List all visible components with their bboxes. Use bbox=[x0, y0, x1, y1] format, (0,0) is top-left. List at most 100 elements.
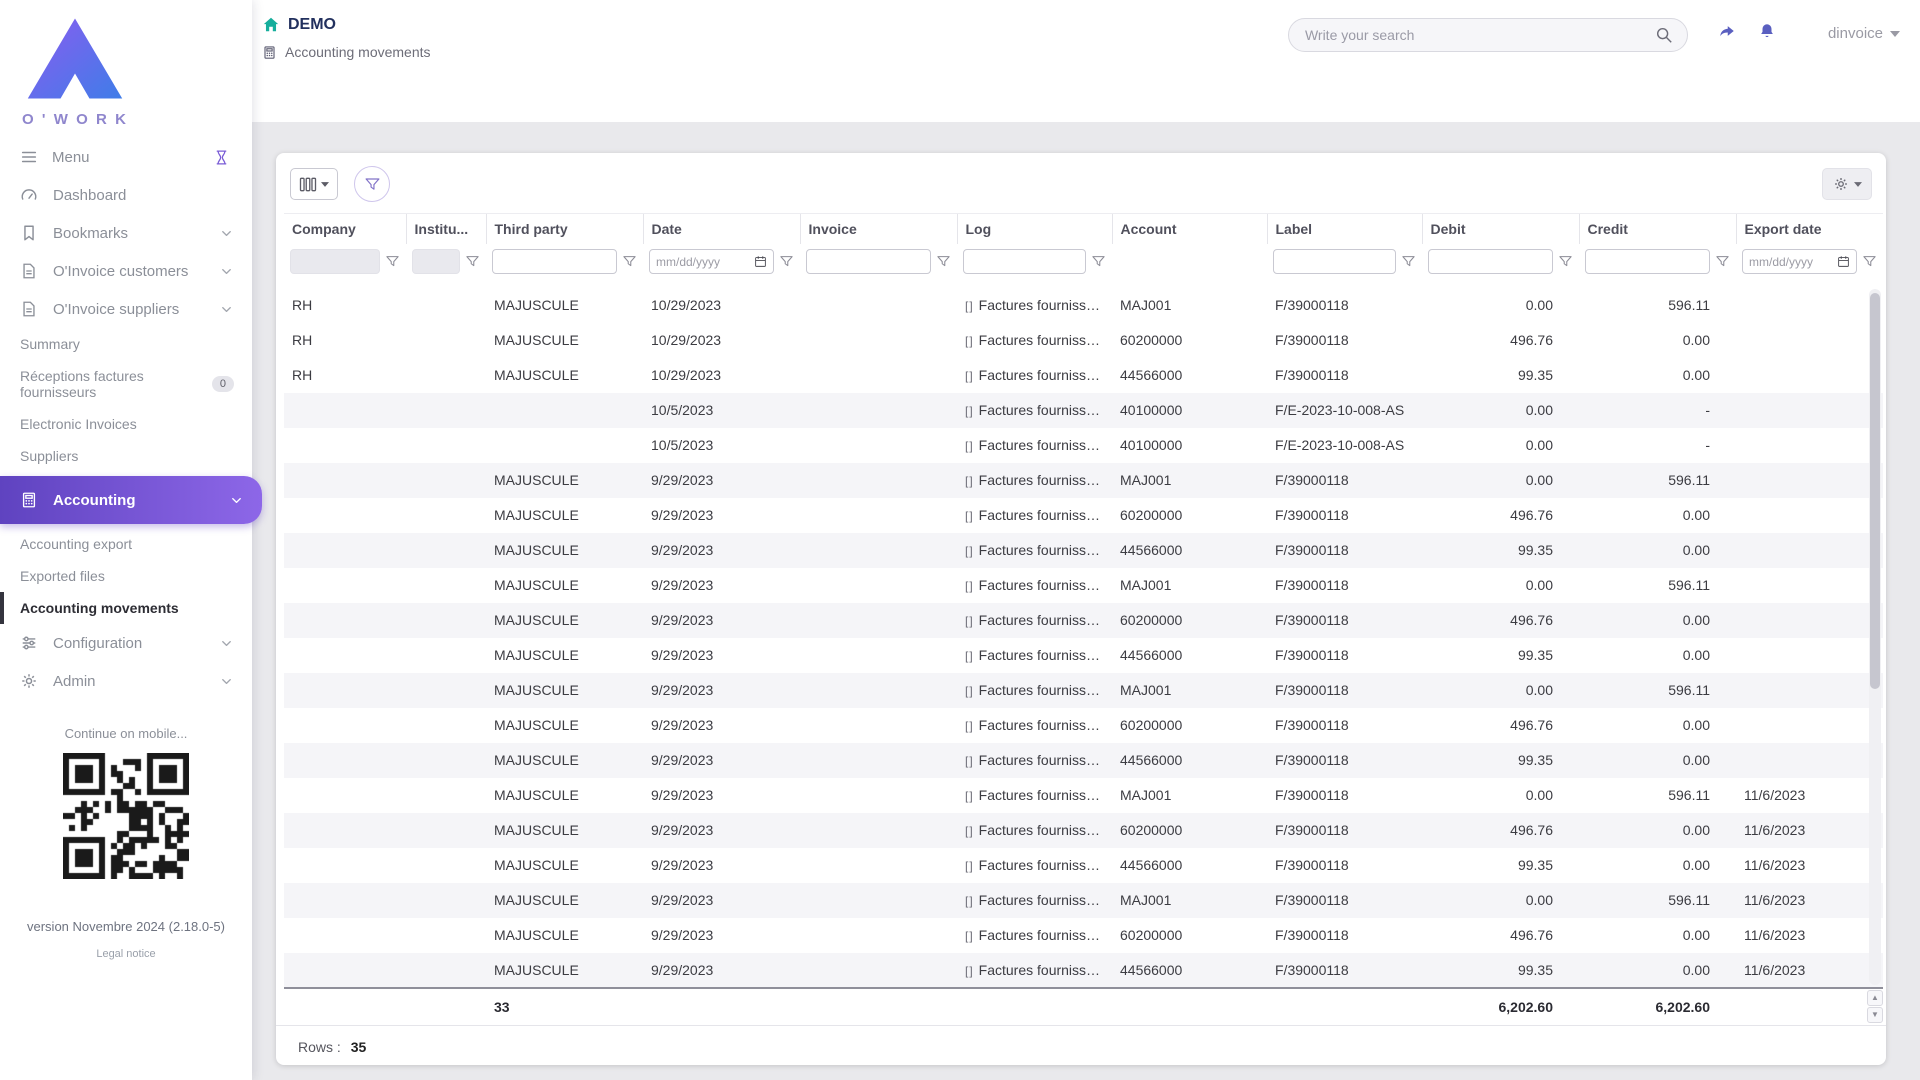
table-row[interactable]: MAJUSCULE9/29/2023[]Factures fournisseur… bbox=[284, 743, 1883, 778]
sidebar-item-configuration[interactable]: Configuration bbox=[0, 624, 252, 662]
filter-funnel-icon[interactable] bbox=[1558, 254, 1573, 269]
user-menu[interactable]: dinvoice bbox=[1828, 25, 1900, 42]
cell-credit: 0.00 bbox=[1579, 323, 1736, 358]
filter-input-third_party[interactable] bbox=[492, 249, 617, 274]
filter-input-log[interactable] bbox=[963, 249, 1086, 274]
cell-export_date: 11/6/2023 bbox=[1736, 848, 1883, 883]
filter-funnel-icon[interactable] bbox=[622, 254, 637, 269]
table-row[interactable]: RHMAJUSCULE10/29/2023[]Factures fourniss… bbox=[284, 323, 1883, 358]
column-header-account[interactable]: Account bbox=[1112, 214, 1267, 244]
table-row[interactable]: MAJUSCULE9/29/2023[]Factures fournisseur… bbox=[284, 463, 1883, 498]
sliders-icon bbox=[20, 634, 38, 652]
log-type-icon: [] bbox=[965, 334, 974, 348]
sidebar-item-bookmarks[interactable]: Bookmarks bbox=[0, 214, 252, 252]
filter-funnel-icon[interactable] bbox=[1715, 254, 1730, 269]
sidebar-item-accounting[interactable]: Accounting bbox=[0, 476, 262, 524]
log-type-icon: [] bbox=[965, 369, 974, 383]
sidebar-subitem-suppliers[interactable]: Suppliers bbox=[0, 440, 252, 472]
column-header-credit[interactable]: Credit bbox=[1579, 214, 1736, 244]
sidebar-subitem-accounting-movements[interactable]: Accounting movements bbox=[0, 592, 252, 624]
table-row[interactable]: 10/5/2023[]Factures fournisseurs40100000… bbox=[284, 428, 1883, 463]
sidebar-item-label: Bookmarks bbox=[53, 225, 204, 242]
table-row[interactable]: MAJUSCULE9/29/2023[]Factures fournisseur… bbox=[284, 848, 1883, 883]
column-header-institution[interactable]: Institu... bbox=[406, 214, 486, 244]
columns-button[interactable] bbox=[290, 168, 338, 200]
search-bar[interactable] bbox=[1288, 18, 1688, 52]
search-icon[interactable] bbox=[1655, 26, 1673, 44]
cell-third_party: MAJUSCULE bbox=[486, 533, 643, 568]
filter-input-debit[interactable] bbox=[1428, 249, 1553, 274]
hamburger-icon[interactable] bbox=[20, 148, 38, 166]
table-row[interactable]: MAJUSCULE9/29/2023[]Factures fournisseur… bbox=[284, 708, 1883, 743]
sidebar-item-admin[interactable]: Admin bbox=[0, 662, 252, 700]
vertical-scrollbar[interactable] bbox=[1869, 289, 1881, 985]
table-row[interactable]: 10/5/2023[]Factures fournisseurs40100000… bbox=[284, 393, 1883, 428]
sidebar-subitem-exported-files[interactable]: Exported files bbox=[0, 560, 252, 592]
filter-funnel-icon[interactable] bbox=[465, 254, 480, 269]
column-header-date[interactable]: Date bbox=[643, 214, 800, 244]
filter-funnel-icon[interactable] bbox=[385, 254, 400, 269]
sidebar-item-dashboard[interactable]: Dashboard bbox=[0, 176, 252, 214]
pin-menu-icon[interactable] bbox=[213, 149, 230, 166]
date-placeholder: mm/dd/yyyy bbox=[1749, 255, 1813, 269]
cell-institution bbox=[406, 673, 486, 708]
share-icon[interactable] bbox=[1718, 22, 1736, 40]
cell-label: F/39000118 bbox=[1267, 673, 1422, 708]
column-header-export_date[interactable]: Export date bbox=[1736, 214, 1883, 244]
notifications-bell-icon[interactable] bbox=[1758, 22, 1776, 40]
cell-date: 10/29/2023 bbox=[643, 288, 800, 323]
column-header-company[interactable]: Company bbox=[284, 214, 406, 244]
sidebar-item-o-invoice-customers[interactable]: O'Invoice customers bbox=[0, 252, 252, 290]
filter-input-invoice[interactable] bbox=[806, 249, 931, 274]
table-row[interactable]: MAJUSCULE9/29/2023[]Factures fournisseur… bbox=[284, 953, 1883, 988]
column-header-third_party[interactable]: Third party bbox=[486, 214, 643, 244]
legal-notice-link[interactable]: Legal notice bbox=[0, 948, 252, 960]
table-row[interactable]: MAJUSCULE9/29/2023[]Factures fournisseur… bbox=[284, 883, 1883, 918]
table-row[interactable]: MAJUSCULE9/29/2023[]Factures fournisseur… bbox=[284, 918, 1883, 953]
cell-debit: 0.00 bbox=[1422, 568, 1579, 603]
sidebar-subitem-electronic-invoices[interactable]: Electronic Invoices bbox=[0, 408, 252, 440]
sidebar-item-o-invoice-suppliers[interactable]: O'Invoice suppliers bbox=[0, 290, 252, 328]
table-row[interactable]: MAJUSCULE9/29/2023[]Factures fournisseur… bbox=[284, 568, 1883, 603]
column-header-invoice[interactable]: Invoice bbox=[800, 214, 957, 244]
filter-funnel-icon[interactable] bbox=[779, 254, 794, 269]
table-row[interactable]: MAJUSCULE9/29/2023[]Factures fournisseur… bbox=[284, 813, 1883, 848]
cell-credit: 0.00 bbox=[1579, 708, 1736, 743]
filter-button[interactable] bbox=[354, 166, 390, 202]
filter-funnel-icon[interactable] bbox=[936, 254, 951, 269]
cell-company bbox=[284, 463, 406, 498]
filter-cell-log bbox=[957, 244, 1112, 288]
scroll-up-button[interactable]: ▲ bbox=[1867, 990, 1883, 1006]
column-header-debit[interactable]: Debit bbox=[1422, 214, 1579, 244]
table-row[interactable]: MAJUSCULE9/29/2023[]Factures fournisseur… bbox=[284, 673, 1883, 708]
filter-input-company[interactable] bbox=[290, 249, 380, 274]
cell-invoice bbox=[800, 743, 957, 778]
table-row[interactable]: MAJUSCULE9/29/2023[]Factures fournisseur… bbox=[284, 778, 1883, 813]
table-row[interactable]: MAJUSCULE9/29/2023[]Factures fournisseur… bbox=[284, 533, 1883, 568]
table-row[interactable]: MAJUSCULE9/29/2023[]Factures fournisseur… bbox=[284, 603, 1883, 638]
sidebar-subitem-summary[interactable]: Summary bbox=[0, 328, 252, 360]
cell-invoice bbox=[800, 638, 957, 673]
filter-input-institution[interactable] bbox=[412, 249, 460, 274]
table-row[interactable]: MAJUSCULE9/29/2023[]Factures fournisseur… bbox=[284, 638, 1883, 673]
table-filter-row: mm/dd/yyyy mm/dd/yyyy bbox=[284, 244, 1883, 288]
search-input[interactable] bbox=[1303, 26, 1655, 44]
scrollbar-thumb[interactable] bbox=[1870, 293, 1880, 689]
scroll-down-button[interactable]: ▼ bbox=[1867, 1007, 1883, 1023]
table-row[interactable]: RHMAJUSCULE10/29/2023[]Factures fourniss… bbox=[284, 358, 1883, 393]
table-settings-button[interactable] bbox=[1822, 168, 1872, 200]
sidebar-subitem-r-ceptions-factures-fournisseurs[interactable]: Réceptions factures fournisseurs0 bbox=[0, 360, 252, 408]
filter-funnel-icon[interactable] bbox=[1401, 254, 1416, 269]
filter-input-label[interactable] bbox=[1273, 249, 1396, 274]
table-row[interactable]: MAJUSCULE9/29/2023[]Factures fournisseur… bbox=[284, 498, 1883, 533]
cell-credit: 0.00 bbox=[1579, 813, 1736, 848]
column-header-label[interactable]: Label bbox=[1267, 214, 1422, 244]
filter-date-export_date[interactable]: mm/dd/yyyy bbox=[1742, 249, 1857, 274]
filter-funnel-icon[interactable] bbox=[1091, 254, 1106, 269]
table-row[interactable]: RHMAJUSCULE10/29/2023[]Factures fourniss… bbox=[284, 288, 1883, 323]
filter-input-credit[interactable] bbox=[1585, 249, 1710, 274]
column-header-log[interactable]: Log bbox=[957, 214, 1112, 244]
filter-funnel-icon[interactable] bbox=[1862, 254, 1877, 269]
sidebar-subitem-accounting-export[interactable]: Accounting export bbox=[0, 528, 252, 560]
filter-date-date[interactable]: mm/dd/yyyy bbox=[649, 249, 774, 274]
